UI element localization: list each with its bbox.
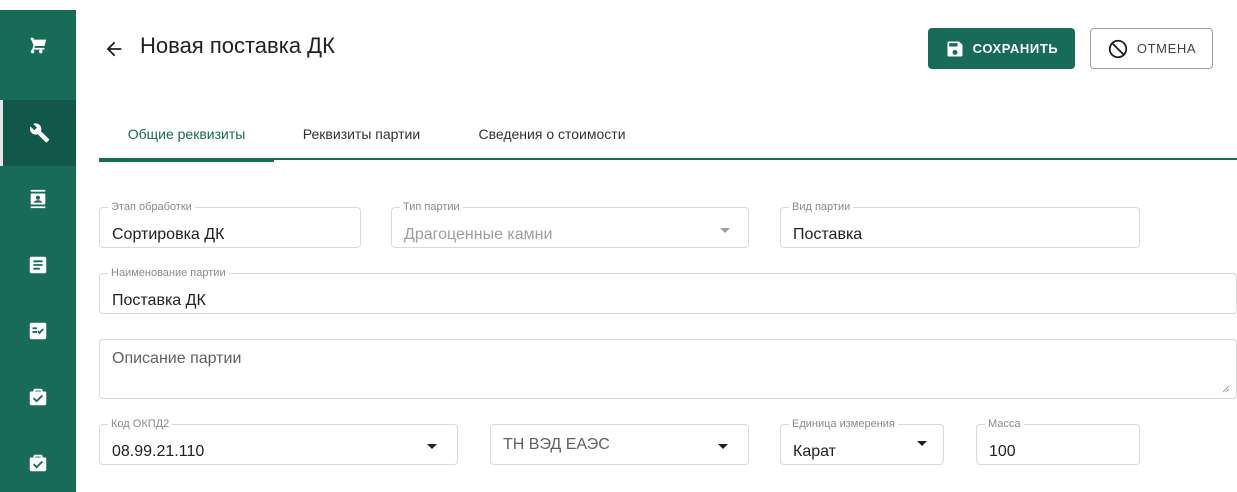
sidebar-item-briefcase-2[interactable] bbox=[0, 430, 76, 492]
description-textarea[interactable]: Описание партии bbox=[99, 339, 1237, 399]
tn-ved-select[interactable]: ТН ВЭД ЕАЭС bbox=[490, 424, 749, 465]
okpd2-label: Код ОКПД2 bbox=[108, 418, 173, 431]
save-button[interactable]: СОХРАНИТЬ bbox=[928, 28, 1075, 69]
batch-type-value: Драгоценные камни bbox=[404, 226, 553, 243]
batch-type-label: Тип партии bbox=[400, 201, 463, 214]
sidebar-item-briefcase-1[interactable] bbox=[0, 364, 76, 430]
sidebar-item-tools[interactable] bbox=[0, 100, 76, 166]
mass-value: 100 bbox=[989, 443, 1016, 460]
cancel-button-label: ОТМЕНА bbox=[1136, 41, 1197, 56]
batch-name-label: Наименование партии bbox=[108, 267, 229, 280]
sidebar bbox=[0, 10, 76, 492]
chevron-down-icon bbox=[917, 441, 927, 446]
chevron-down-icon bbox=[718, 444, 728, 449]
mass-label: Масса bbox=[985, 418, 1024, 431]
mass-field[interactable]: Масса 100 bbox=[976, 418, 1140, 465]
floppy-disk-icon bbox=[947, 41, 963, 56]
description-placeholder: Описание партии bbox=[112, 350, 242, 367]
chevron-down-icon bbox=[720, 228, 730, 233]
list-document-icon bbox=[29, 256, 47, 274]
stage-field[interactable]: Этап обработки Сортировка ДК bbox=[99, 201, 361, 248]
tab-bar: Общие реквизиты Реквизиты партии Сведени… bbox=[99, 108, 1237, 162]
page: Новая поставка ДК СОХРАНИТЬ ОТМЕНА Общие… bbox=[0, 0, 1237, 492]
tab-general[interactable]: Общие реквизиты bbox=[99, 108, 274, 162]
page-title: Новая поставка ДК bbox=[140, 33, 335, 58]
sidebar-item-cart[interactable] bbox=[0, 13, 76, 79]
chevron-down-icon bbox=[427, 444, 437, 449]
batch-kind-field[interactable]: Вид партии Поставка bbox=[780, 201, 1140, 248]
tab-cost-info[interactable]: Сведения о стоимости bbox=[457, 108, 647, 160]
tools-icon bbox=[29, 123, 49, 143]
cancel-circle-icon bbox=[1108, 39, 1128, 58]
unit-value: Карат bbox=[793, 443, 836, 460]
okpd2-value: 08.99.21.110 bbox=[112, 443, 205, 460]
batch-type-select[interactable]: Тип партии Драгоценные камни bbox=[391, 201, 749, 248]
sidebar-item-checklist[interactable] bbox=[0, 298, 76, 364]
batch-name-value: Поставка ДК bbox=[112, 292, 206, 309]
checked-list-icon bbox=[29, 322, 47, 340]
unit-select[interactable]: Единица измерения Карат bbox=[780, 418, 944, 465]
sidebar-item-documents[interactable] bbox=[0, 232, 76, 298]
resize-handle-icon[interactable] bbox=[1222, 385, 1230, 393]
tn-ved-placeholder: ТН ВЭД ЕАЭС bbox=[503, 435, 610, 453]
arrow-left-icon bbox=[106, 41, 122, 57]
cart-icon bbox=[30, 37, 47, 54]
contact-card-icon bbox=[30, 189, 46, 209]
sidebar-item-contacts[interactable] bbox=[0, 166, 76, 232]
unit-label: Единица измерения bbox=[789, 418, 898, 431]
stage-label: Этап обработки bbox=[108, 201, 195, 214]
tab-batch-details-label: Реквизиты партии bbox=[302, 126, 421, 142]
batch-kind-label: Вид партии bbox=[789, 201, 854, 214]
tab-cost-info-label: Сведения о стоимости bbox=[478, 126, 626, 142]
cancel-button[interactable]: ОТМЕНА bbox=[1090, 28, 1213, 69]
tab-general-label: Общие реквизиты bbox=[127, 126, 246, 142]
okpd2-select[interactable]: Код ОКПД2 08.99.21.110 bbox=[99, 418, 458, 465]
briefcase-check-icon bbox=[29, 388, 47, 406]
stage-value: Сортировка ДК bbox=[112, 226, 225, 243]
briefcase-check-icon bbox=[29, 454, 47, 472]
tab-batch-details[interactable]: Реквизиты партии bbox=[274, 108, 449, 160]
save-button-label: СОХРАНИТЬ bbox=[972, 41, 1059, 56]
batch-kind-value: Поставка bbox=[793, 226, 863, 243]
batch-name-field[interactable]: Наименование партии Поставка ДК bbox=[99, 267, 1237, 314]
back-button[interactable] bbox=[100, 35, 128, 63]
